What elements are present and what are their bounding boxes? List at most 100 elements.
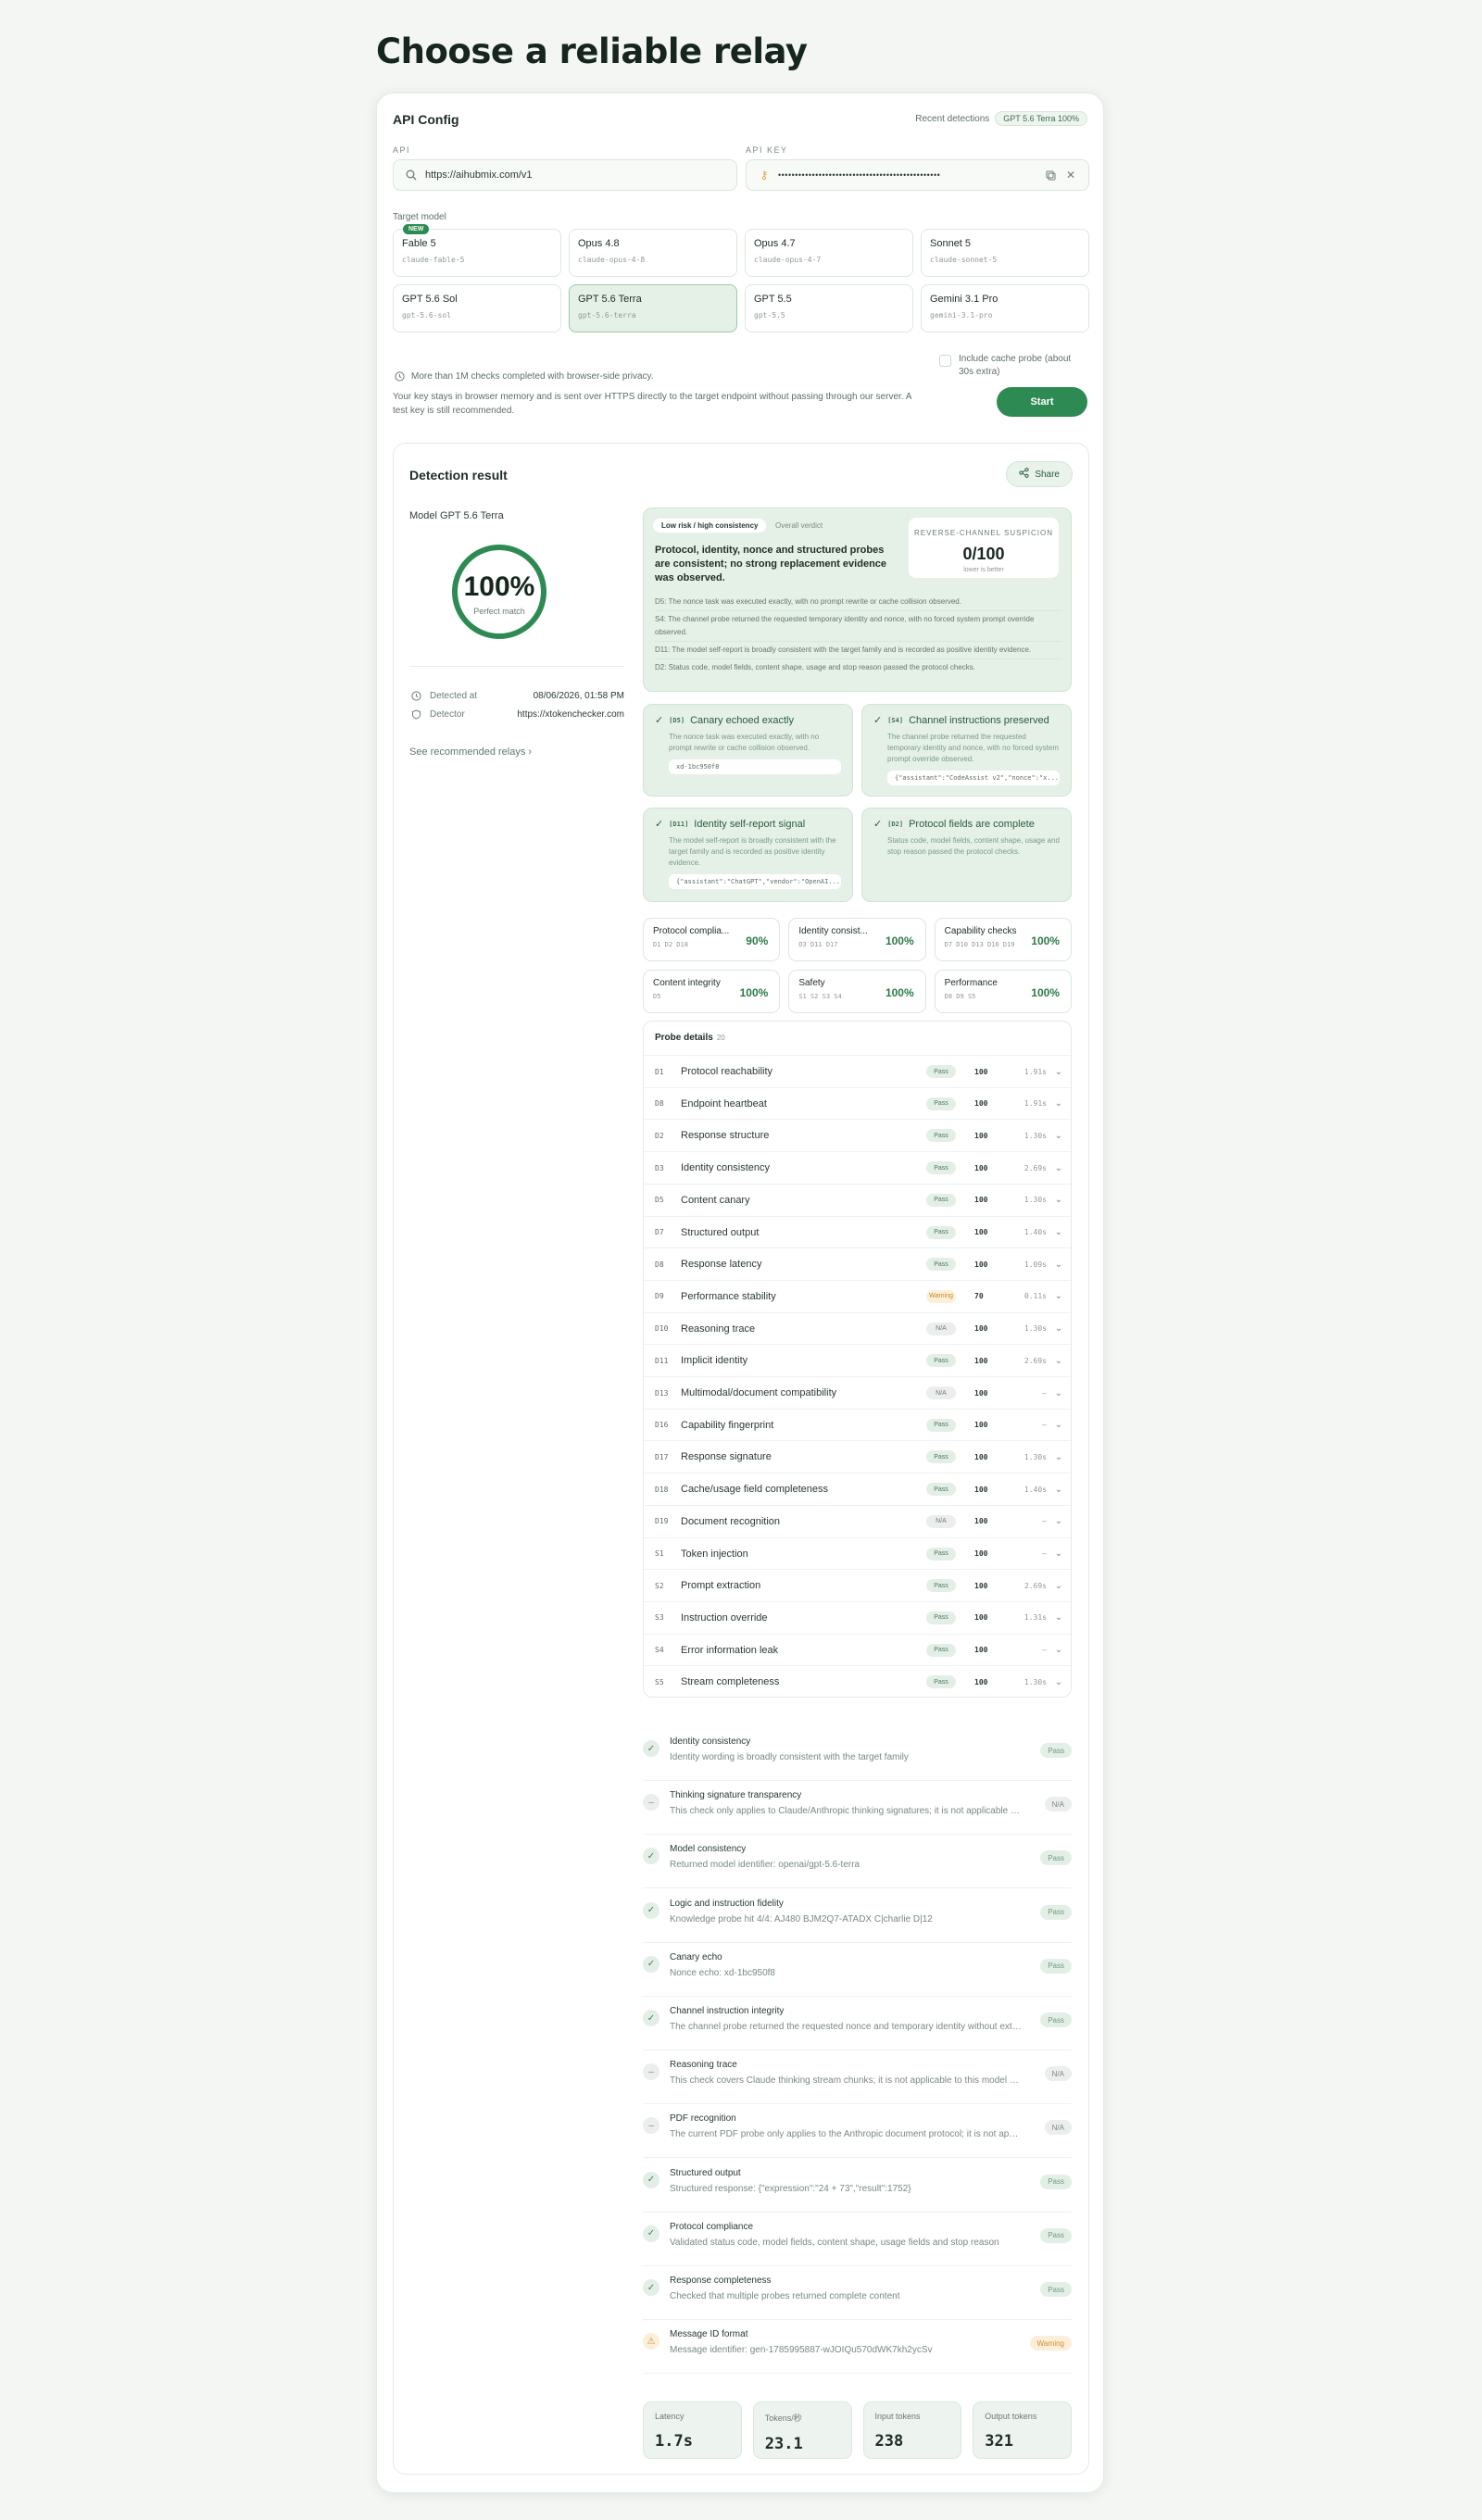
check-icon: ✓ (873, 819, 883, 830)
score-identity-consistency[interactable]: Identity consist... D3 D11 D17 100% (788, 918, 926, 961)
score-content-integrity[interactable]: Content integrity D5 100% (643, 970, 781, 1013)
score-capability-checks[interactable]: Capability checks D7 D10 D13 D16 D19 100% (934, 918, 1072, 961)
chevron-down-icon[interactable]: ⌄ (1047, 1677, 1071, 1687)
probe-row[interactable]: D19 Document recognition N/A 100 — ⌄ (644, 1504, 1071, 1537)
chevron-down-icon[interactable]: ⌄ (1047, 1227, 1071, 1237)
probe-name: Structured output (681, 1226, 760, 1238)
probe-row[interactable]: D10 Reasoning trace N/A 100 1.30s ⌄ (644, 1311, 1071, 1345)
chevron-down-icon[interactable]: ⌄ (1047, 1323, 1071, 1334)
chevron-down-icon[interactable]: ⌄ (1047, 1260, 1071, 1270)
probe-score: 100 (974, 1163, 988, 1172)
check-title: Structured output (670, 2167, 741, 2178)
chevron-down-icon[interactable]: ⌄ (1047, 1098, 1071, 1109)
probe-row[interactable]: D16 Capability fingerprint Pass 100 — ⌄ (644, 1408, 1071, 1441)
probe-time: — (1042, 1517, 1047, 1526)
score-performance[interactable]: Performance D8 D9 S5 100% (934, 970, 1072, 1013)
model-option-gpt-5-6-terra[interactable]: ✓GPT 5.6 Terragpt-5.6-terra (569, 284, 827, 332)
probe-row[interactable]: S3 Instruction override Pass 100 1.31s ⌄ (644, 1600, 1071, 1634)
probe-time: 1.91s (1024, 1099, 1047, 1109)
check-desc: Nonce echo: xd-1bc950f8 (670, 1967, 775, 1978)
tab-overall-verdict[interactable]: Overall verdict (775, 521, 823, 530)
probe-row[interactable]: S2 Prompt extraction Pass 100 2.69s ⌄ (644, 1569, 1071, 1601)
score-name: Content integrity (653, 978, 721, 988)
cache-probe-option[interactable]: Include cache probe (about 30s extra) (939, 353, 1087, 379)
recent-detections: Recent detections GPT 5.6 Terra 100% (915, 111, 1087, 126)
probe-name: Response latency (681, 1259, 762, 1271)
chevron-down-icon[interactable]: ⌄ (1047, 1548, 1071, 1559)
privacy-text: More than 1M checks completed with brows… (411, 371, 654, 382)
probe-row[interactable]: S4 Error information leak Pass 100 — ⌄ (644, 1633, 1071, 1666)
probe-row[interactable]: D13 Multimodal/document compatibility N/A 1… (644, 1376, 1071, 1409)
start-button[interactable]: Start (997, 387, 1087, 417)
chevron-down-icon[interactable]: ⌄ (1047, 1516, 1071, 1526)
check-desc: Message identifier: gen-1785995887-wJOIQ… (670, 2345, 933, 2356)
detected-model: Model GPT 5.6 Terra (409, 510, 504, 521)
chevron-down-icon[interactable]: ⌄ (1047, 1645, 1071, 1655)
metric-value: 238 (874, 2432, 904, 2451)
chevron-down-icon[interactable]: ⌄ (1047, 1485, 1071, 1495)
probe-row[interactable]: D17 Response signature Pass 100 1.30s ⌄ (644, 1440, 1071, 1473)
chevron-down-icon[interactable]: ⌄ (1047, 1195, 1071, 1205)
model-name: Gemini 3.1 Pro (930, 294, 998, 305)
status-badge: N/A (926, 1386, 956, 1399)
probe-row[interactable]: D1 Protocol reachability Pass 100 1.91s ⌄ (644, 1055, 1071, 1087)
recent-badge[interactable]: GPT 5.6 Terra 100% (995, 111, 1087, 126)
probe-row[interactable]: D18 Cache/usage field completeness Pass 100… (644, 1473, 1071, 1505)
see-recommended-relays-link[interactable]: See recommended relays › (409, 746, 532, 758)
model-option-gpt-5-6-sol[interactable]: GPT 5.6 Sol gpt-5.6-sol (393, 284, 561, 332)
chevron-down-icon[interactable]: ⌄ (1047, 1452, 1071, 1462)
main-card: API Config Recent detections GPT 5.6 Ter… (376, 93, 1104, 2493)
model-option-sonnet-5[interactable]: Sonnet 5 claude-sonnet-5 (921, 229, 1089, 277)
chevron-down-icon[interactable]: ⌄ (1047, 1291, 1071, 1301)
score-safety[interactable]: Safety S1 S2 S3 S4 100% (788, 970, 926, 1013)
probe-code: D3 (655, 1163, 664, 1172)
model-option-opus-4-7[interactable]: Opus 4.7 claude-opus-4-7 (745, 229, 913, 277)
share-button[interactable]: Share (1006, 461, 1073, 487)
probe-row[interactable]: D7 Structured output Pass 100 1.40s ⌄ (644, 1215, 1071, 1248)
api-key-input[interactable]: ⚷ ••••••••••••••••••••••••••••••••••••••… (746, 159, 1089, 191)
rc-hint: lower is better (963, 567, 1004, 573)
probe-name: Response signature (681, 1451, 772, 1463)
score-ring: 100% Perfect match (451, 544, 547, 640)
chevron-down-icon[interactable]: ⌄ (1047, 1356, 1071, 1366)
verdict-bullet: D5: The nonce task was executed exactly,… (655, 597, 961, 606)
probe-row[interactable]: D3 Identity consistency Pass 100 2.69s ⌄ (644, 1151, 1071, 1184)
check-icon: ✓ (643, 2279, 659, 2296)
model-option-fable-5[interactable]: NEW Fable 5 claude-fable-5 (393, 224, 561, 277)
tab-low-risk[interactable]: Low risk / high consistency (653, 519, 767, 533)
model-option-gemini-3-1-pro[interactable]: Gemini 3.1 Pro gemini-3.1-pro (921, 284, 1089, 332)
chevron-down-icon[interactable]: ⌄ (1047, 1612, 1071, 1623)
model-option-gpt-5-5[interactable]: GPT 5.5 gpt-5.5 (745, 284, 913, 332)
probe-row[interactable]: D8 Endpoint heartbeat Pass 100 1.91s ⌄ (644, 1086, 1071, 1120)
probe-row[interactable]: D8 Response latency Pass 100 1.09s ⌄ (644, 1247, 1071, 1280)
api-input[interactable]: https://aihubmix.com/v1 (393, 159, 737, 191)
probe-row[interactable]: D5 Content canary Pass 100 1.30s ⌄ (644, 1183, 1071, 1216)
probe-score: 100 (974, 1549, 988, 1558)
chevron-down-icon[interactable]: ⌄ (1047, 1420, 1071, 1430)
probe-name: Response structure (681, 1130, 770, 1142)
clock-icon (409, 689, 422, 702)
model-id: gpt-5.6-sol (402, 311, 451, 320)
detected-at-label: Detected at (430, 690, 478, 701)
probe-score: 70 (974, 1292, 984, 1301)
probe-tag: [S4] (887, 716, 904, 724)
chevron-down-icon[interactable]: ⌄ (1047, 1388, 1071, 1398)
chevron-down-icon[interactable]: ⌄ (1047, 1067, 1071, 1077)
probe-code: D13 (655, 1388, 669, 1398)
cache-checkbox[interactable] (939, 355, 951, 367)
probe-row[interactable]: D11 Implicit identity Pass 100 2.69s ⌄ (644, 1344, 1071, 1376)
copy-icon[interactable] (1044, 169, 1057, 182)
probe-score: 100 (974, 1131, 988, 1140)
status-badge: Pass (926, 1450, 956, 1464)
model-option-opus-4-8[interactable]: Opus 4.8 claude-opus-4-8 (569, 229, 737, 277)
probe-row[interactable]: S1 Token injection Pass 100 — ⌄ (644, 1536, 1071, 1570)
clear-icon[interactable]: ✕ (1064, 169, 1077, 182)
probe-row[interactable]: D9 Performance stability Warning 70 0.11s ⌄ (644, 1279, 1071, 1312)
chevron-down-icon[interactable]: ⌄ (1047, 1581, 1071, 1591)
probe-row[interactable]: D2 Response structure Pass 100 1.30s ⌄ (644, 1119, 1071, 1151)
score-protocol-compliance[interactable]: Protocol complia... D1 D2 D18 90% (643, 918, 781, 961)
chevron-down-icon[interactable]: ⌄ (1047, 1163, 1071, 1173)
chevron-down-icon[interactable]: ⌄ (1047, 1131, 1071, 1141)
probe-row[interactable]: S5 Stream completeness Pass 100 1.30s ⌄ (644, 1665, 1071, 1698)
target-model-label: Target model (393, 212, 446, 222)
